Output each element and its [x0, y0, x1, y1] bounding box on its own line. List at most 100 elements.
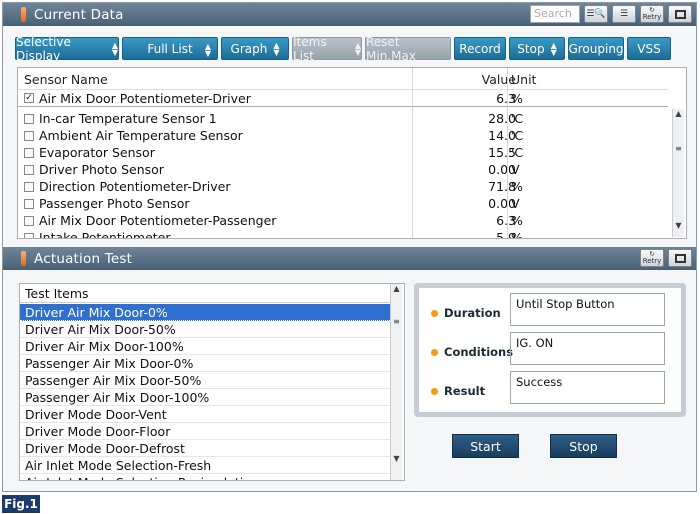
- window-icon: [674, 9, 686, 19]
- window-toggle-button[interactable]: [668, 249, 692, 267]
- scroll-down-icon[interactable]: ▼: [391, 454, 402, 463]
- list-item[interactable]: Passenger Air Mix Door-50%: [20, 372, 390, 389]
- column-divider: [412, 68, 413, 238]
- conditions-value: IG. ON: [510, 332, 665, 365]
- list-icon: ☰: [619, 9, 629, 19]
- duration-value: Until Stop Button: [510, 293, 665, 326]
- sensor-unit: %: [511, 230, 523, 239]
- col-unit: Unit: [511, 72, 537, 87]
- test-list-scrollbar[interactable]: ▲ ≡ ▼: [390, 284, 402, 480]
- list-item[interactable]: Driver Air Mix Door-50%: [20, 321, 390, 338]
- pinned-row[interactable]: ✓Air Mix Door Potentiometer-Driver 6.3 %: [18, 90, 668, 107]
- conditions-label: Conditions: [431, 345, 513, 359]
- current-data-titlebar: Current Data Search ☰🔍 ☰ ↻ Retry: [3, 3, 696, 26]
- scroll-down-icon[interactable]: ▼: [673, 221, 684, 230]
- checkbox[interactable]: [24, 198, 34, 209]
- duration-label: Duration: [431, 306, 501, 320]
- table-row[interactable]: Evaporator Sensor 15.5 'C: [18, 144, 668, 161]
- table-row[interactable]: Driver Photo Sensor 0.00 V: [18, 161, 668, 178]
- actuation-test-title: Actuation Test: [34, 250, 133, 267]
- actuation-test-titlebar: Actuation Test ↻ Retry: [3, 247, 696, 270]
- sensor-unit: %: [511, 213, 523, 228]
- dropdown-arrows-icon: ▲ ▼: [550, 40, 557, 57]
- pinned-sensor-name: Air Mix Door Potentiometer-Driver: [39, 90, 251, 106]
- app-frame: Current Data Search ☰🔍 ☰ ↻ Retry Selecti…: [2, 2, 697, 492]
- bullet-icon: [431, 387, 438, 395]
- list-item[interactable]: Driver Mode Door-Defrost: [20, 440, 390, 457]
- table-row[interactable]: Direction Potentiometer-Driver 71.8%: [18, 178, 668, 195]
- checkbox[interactable]: [24, 113, 34, 124]
- dropdown-arrows-icon: ▲ ▼: [273, 40, 280, 57]
- sensor-name: Passenger Photo Sensor: [39, 196, 190, 211]
- toolbar-button-grouping[interactable]: Grouping: [568, 37, 624, 60]
- scroll-grip-icon[interactable]: ≡: [673, 144, 684, 153]
- search-input[interactable]: Search: [530, 5, 580, 23]
- list-item[interactable]: Air Inlet Mode Selection-Fresh: [20, 457, 390, 474]
- toolbar-button-full-list[interactable]: Full List ▲ ▼: [122, 37, 218, 60]
- list-item[interactable]: Passenger Air Mix Door-0%: [20, 355, 390, 372]
- toolbar-button-selective-display[interactable]: Selective Display ▲ ▼: [15, 35, 119, 63]
- sensor-name: Air Mix Door Potentiometer-Passenger: [39, 213, 277, 228]
- toolbar-button-vss[interactable]: VSS: [627, 37, 671, 60]
- current-data-toolbar: Selective Display ▲ ▼ Full List ▲ ▼ Graph ▲ ▼ Ite…: [15, 35, 671, 63]
- retry-button[interactable]: ↻ Retry: [640, 249, 664, 267]
- sensor-unit: %: [511, 179, 523, 194]
- list-item[interactable]: Passenger Air Mix Door-100%: [20, 389, 390, 406]
- test-items-list: Test Items Driver Air Mix Door-0% Driver …: [19, 283, 405, 481]
- pinned-unit: %: [511, 90, 523, 106]
- sensor-unit: V: [511, 196, 520, 211]
- dropdown-arrows-icon: ▲ ▼: [354, 40, 361, 57]
- sensor-unit: 'C: [511, 128, 524, 143]
- sensor-name: Ambient Air Temperature Sensor: [39, 128, 243, 143]
- checkbox[interactable]: [24, 232, 34, 238]
- sensor-name: Driver Photo Sensor: [39, 162, 164, 177]
- list-item[interactable]: Driver Air Mix Door-0%: [20, 304, 390, 321]
- list-item[interactable]: Driver Mode Door-Vent: [20, 406, 390, 423]
- start-button[interactable]: Start: [452, 434, 519, 458]
- checkbox[interactable]: [24, 215, 34, 226]
- table-row[interactable]: In-car Temperature Sensor 1 28.0 'C: [18, 110, 668, 127]
- bullet-icon: [431, 309, 438, 317]
- window-toggle-button[interactable]: [668, 5, 692, 23]
- sensor-unit: 'C: [511, 145, 524, 160]
- list-view-button[interactable]: ☰: [612, 5, 636, 23]
- checkbox[interactable]: [24, 181, 34, 192]
- table-row[interactable]: Passenger Photo Sensor 0.00 V: [18, 195, 668, 212]
- section-marker-icon: [21, 251, 26, 266]
- toolbar-button-graph[interactable]: Graph ▲ ▼: [221, 37, 289, 60]
- checkbox[interactable]: [24, 147, 34, 158]
- column-divider: [507, 68, 508, 238]
- table-row[interactable]: Ambient Air Temperature Sensor 14.0 'C: [18, 127, 668, 144]
- table-row[interactable]: Intake Potentiometer5.9%: [18, 229, 668, 239]
- sensor-unit: V: [511, 162, 520, 177]
- scroll-up-icon[interactable]: ▲: [673, 109, 684, 118]
- retry-button[interactable]: ↻ Retry: [640, 5, 664, 23]
- toolbar-button-items-list[interactable]: Items List ▲ ▼: [292, 35, 362, 63]
- retry-label: Retry: [642, 13, 662, 21]
- toolbar-button-record[interactable]: Record: [454, 37, 506, 60]
- scroll-up-icon[interactable]: ▲: [391, 284, 402, 293]
- sensor-name: Direction Potentiometer-Driver: [39, 179, 231, 194]
- sensor-data-table: Sensor Name Value Unit ✓ Air Mix Door Pot…: [17, 67, 687, 239]
- list-item[interactable]: Driver Air Mix Door-100%: [20, 338, 390, 355]
- checkbox[interactable]: [24, 130, 34, 141]
- table-row[interactable]: Air Mix Door Potentiometer-Passenger6.3%: [18, 212, 668, 229]
- sensor-scrollbar[interactable]: ▲ ≡ ▼: [672, 109, 684, 237]
- search-list-button[interactable]: ☰🔍: [584, 5, 608, 23]
- list-item[interactable]: Air Inlet Mode Selection-Recirculation: [20, 474, 390, 480]
- stop-button[interactable]: Stop: [550, 434, 617, 458]
- test-items-header: Test Items: [20, 284, 390, 303]
- window-icon: [674, 253, 686, 263]
- checkbox[interactable]: ✓: [24, 93, 34, 103]
- toolbar-button-reset-min-max[interactable]: Reset Min.Max: [365, 35, 451, 63]
- result-label: Result: [431, 384, 485, 398]
- current-data-title: Current Data: [34, 6, 124, 23]
- sensor-name: Intake Potentiometer: [39, 230, 171, 239]
- checkbox[interactable]: [24, 164, 34, 175]
- toolbar-button-stop[interactable]: Stop ▲ ▼: [509, 37, 565, 60]
- dropdown-arrows-icon: ▲ ▼: [111, 40, 118, 57]
- section-marker-icon: [21, 7, 26, 22]
- list-item[interactable]: Driver Mode Door-Floor: [20, 423, 390, 440]
- col-sensor-name: Sensor Name: [24, 72, 108, 87]
- scroll-grip-icon[interactable]: ≡: [391, 317, 402, 326]
